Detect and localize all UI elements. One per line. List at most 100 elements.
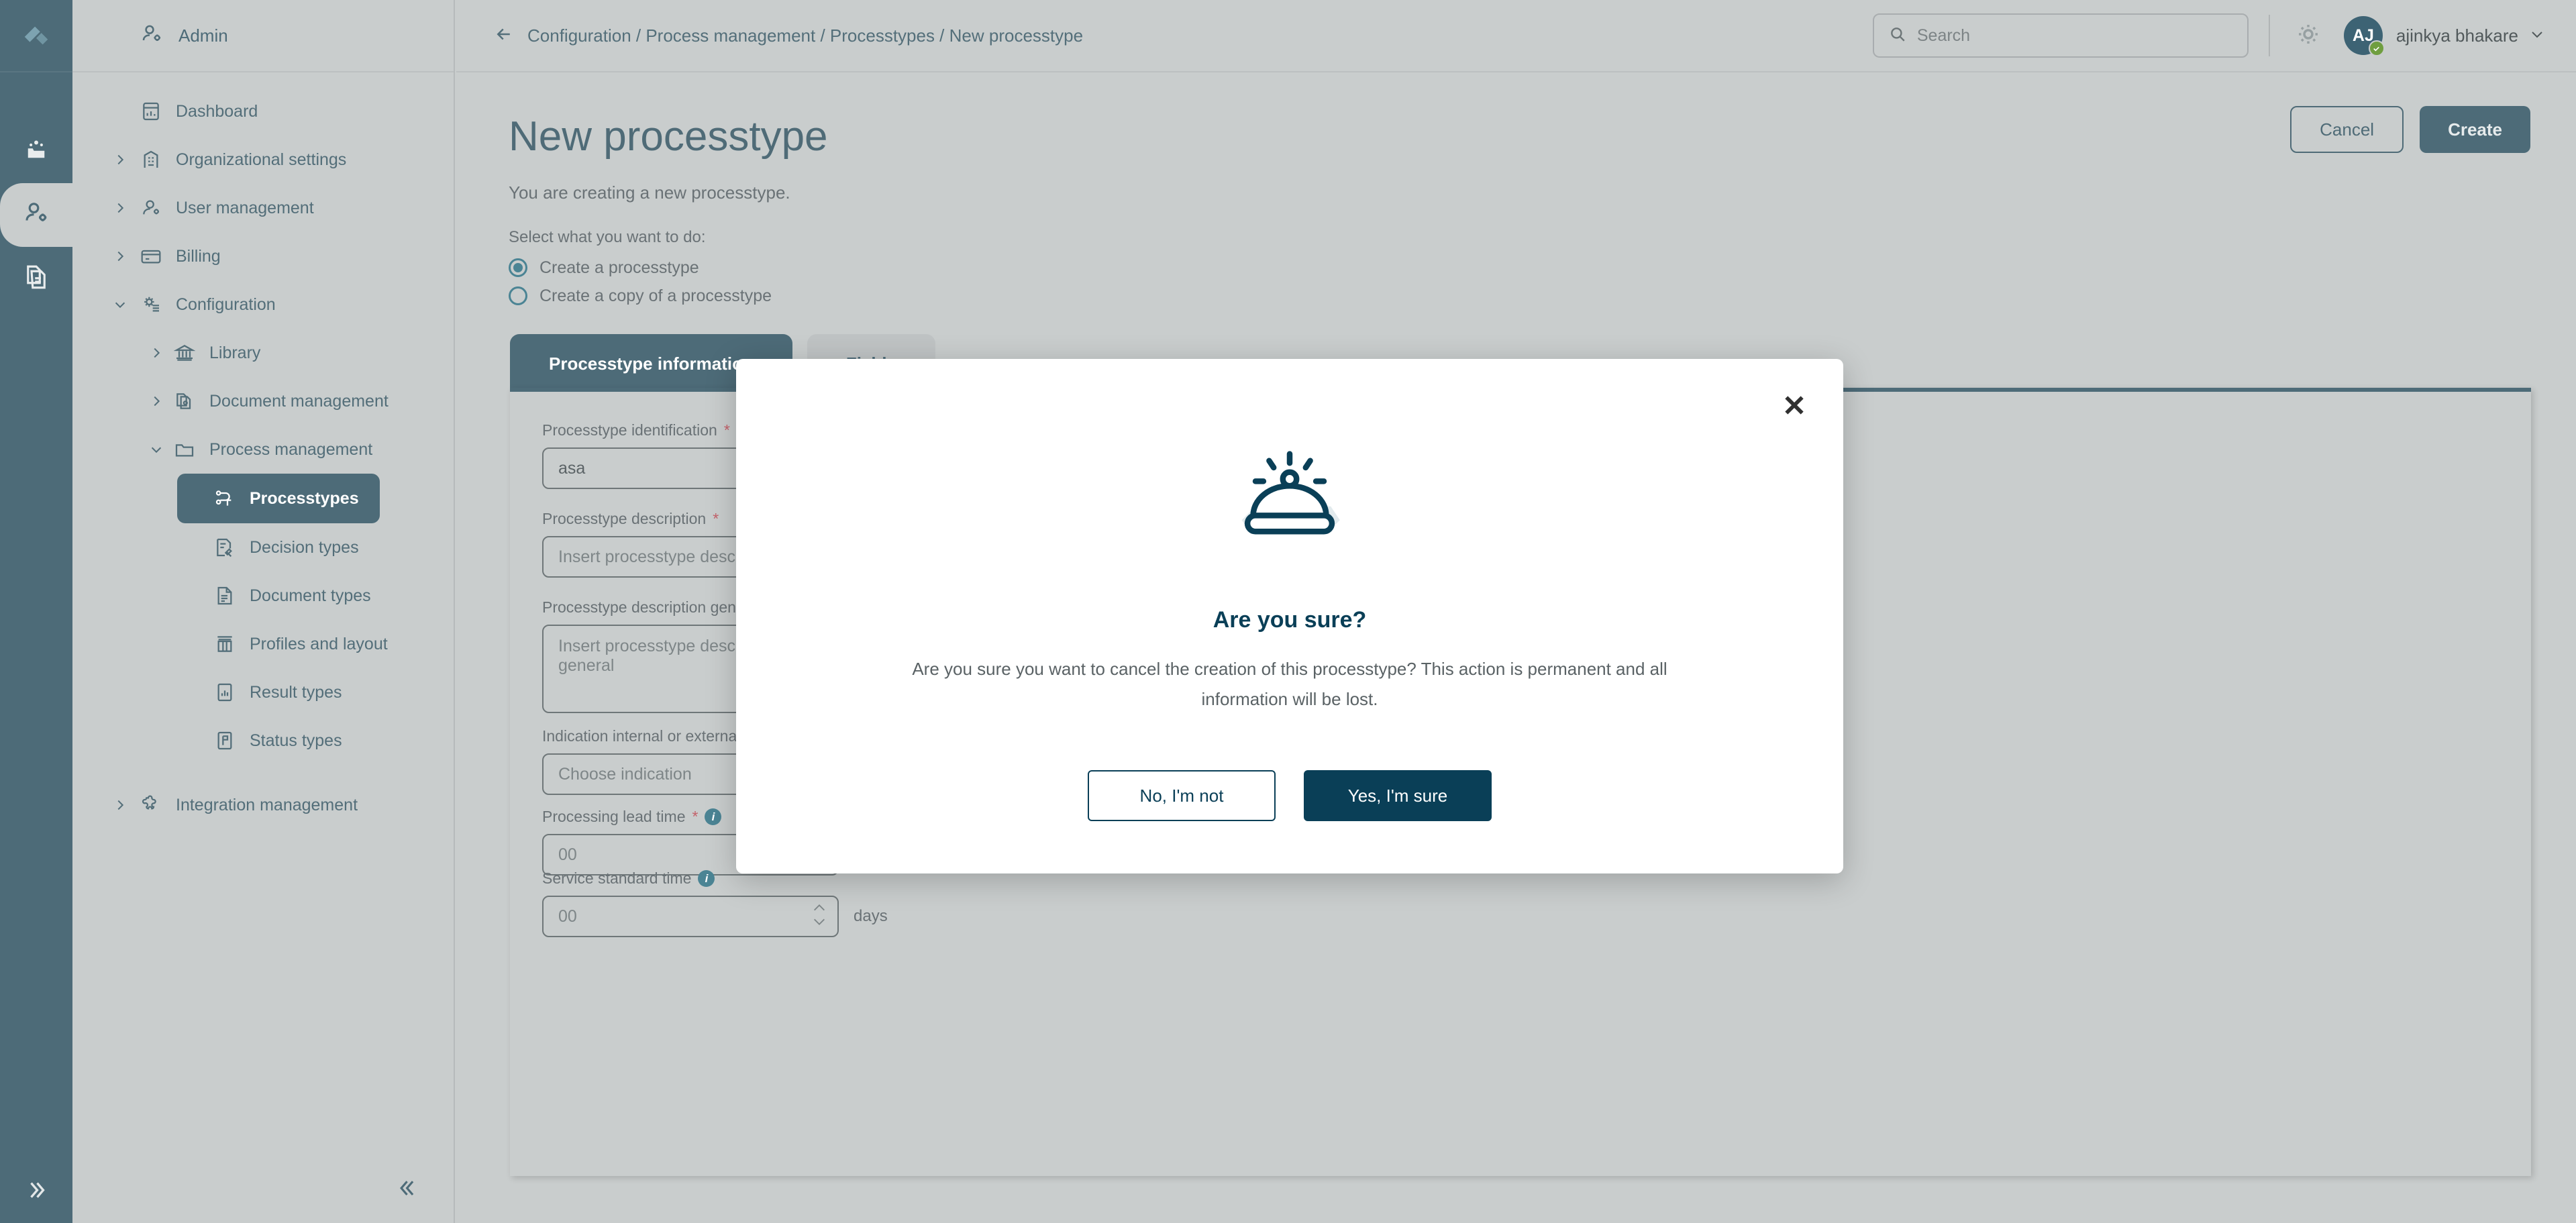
sidebar-item-processtypes[interactable]: Processtypes (177, 474, 380, 523)
close-icon (1781, 392, 1808, 422)
avatar[interactable]: AJ (2343, 16, 2385, 56)
columns-icon (213, 633, 236, 655)
sidebar-item-profiles-and-layout[interactable]: Profiles and layout (72, 620, 454, 668)
radio-option-create-processtype[interactable]: Create a processtype (509, 254, 772, 282)
modal-close-button[interactable] (1775, 387, 1814, 426)
gear-icon (2294, 20, 2322, 52)
create-mode-radio-group: Create a processtype Create a copy of a … (509, 254, 772, 310)
chevrons-left-icon (397, 1177, 419, 1203)
dashboard-icon (140, 100, 162, 123)
chevron-down-icon (814, 918, 825, 925)
chevron-right-icon[interactable] (111, 151, 129, 168)
confirm-cancel-modal: Are you sure? Are you sure you want to c… (736, 359, 1843, 873)
app-logo-icon[interactable] (0, 0, 72, 72)
sidebar-item-label: User management (176, 198, 314, 217)
chart-doc-icon (213, 681, 236, 704)
settings-button[interactable] (2290, 17, 2326, 54)
chevron-up-icon (814, 904, 825, 911)
rail-item-documents[interactable] (0, 247, 72, 311)
page-actions: Cancel Create (2290, 106, 2530, 153)
chevron-right-icon[interactable] (111, 248, 129, 265)
rail-expand-button[interactable] (0, 1161, 72, 1223)
unit-label: days (854, 907, 888, 925)
sidebar-item-label: Profiles and layout (250, 634, 388, 653)
radio-button-unselected[interactable] (509, 286, 527, 305)
sidebar-item-document-management[interactable]: Document management (72, 377, 454, 425)
breadcrumb[interactable]: Configuration / Process management / Pro… (527, 25, 1083, 46)
user-settings-icon (22, 199, 50, 231)
radio-label: Create a copy of a processtype (539, 286, 772, 305)
document-gear-icon (173, 390, 196, 413)
chevron-right-icon[interactable] (148, 344, 165, 362)
sidebar-item-label: Configuration (176, 295, 276, 314)
back-button[interactable] (493, 24, 515, 47)
service-standard-time-input[interactable] (542, 896, 839, 937)
folder-icon (173, 438, 196, 461)
stepper-arrows[interactable] (812, 903, 827, 926)
sidebar-item-decision-types[interactable]: Decision types (72, 523, 454, 572)
radio-button-selected[interactable] (509, 258, 527, 277)
documents-icon (22, 263, 50, 295)
sidebar-item-document-types[interactable]: Document types (72, 572, 454, 620)
sidebar-item-library[interactable]: Library (72, 329, 454, 377)
sidebar: Admin Dashboard Organizational settings (72, 0, 455, 1223)
info-icon[interactable]: i (705, 808, 722, 825)
required-asterisk: * (713, 510, 719, 527)
chevron-right-icon[interactable] (111, 199, 129, 217)
page-subtitle: You are creating a new processtype. (509, 182, 790, 203)
sidebar-item-billing[interactable]: Billing (72, 232, 454, 280)
radio-option-create-copy[interactable]: Create a copy of a processtype (509, 282, 772, 310)
info-icon[interactable]: i (698, 870, 715, 887)
chevron-down-icon[interactable] (111, 296, 129, 313)
create-button[interactable]: Create (2420, 106, 2530, 153)
sidebar-section-header: Admin (72, 0, 454, 72)
radio-group-label: Select what you want to do: (509, 228, 706, 246)
decision-icon (213, 536, 236, 559)
sidebar-item-label: Process management (209, 439, 373, 459)
modal-confirm-button[interactable]: Yes, I'm sure (1304, 770, 1492, 821)
chevron-right-icon[interactable] (148, 392, 165, 410)
sidebar-nav: Dashboard Organizational settings User m… (72, 72, 454, 829)
sidebar-item-integration-management[interactable]: Integration management (72, 781, 454, 829)
search-input[interactable] (1916, 25, 2232, 46)
sidebar-item-label: Dashboard (176, 101, 258, 121)
sidebar-item-label: Document types (250, 586, 371, 605)
icon-rail (0, 0, 72, 1223)
chevron-right-icon[interactable] (111, 796, 129, 814)
gear-list-icon (140, 293, 162, 316)
sidebar-collapse-button[interactable] (395, 1176, 421, 1203)
sidebar-item-user-management[interactable]: User management (72, 184, 454, 232)
modal-deny-button[interactable]: No, I'm not (1088, 770, 1276, 821)
rail-item-admin[interactable] (0, 183, 72, 247)
required-asterisk: * (723, 421, 730, 439)
sidebar-item-label: Document management (209, 391, 389, 411)
cancel-button[interactable]: Cancel (2290, 106, 2404, 153)
sidebar-item-label: Integration management (176, 795, 358, 814)
sidebar-item-process-management[interactable]: Process management (72, 425, 454, 474)
bank-icon (173, 341, 196, 364)
team-folder-icon (22, 136, 50, 167)
sidebar-item-status-types[interactable]: Status types (72, 716, 454, 765)
sidebar-item-configuration[interactable]: Configuration (72, 280, 454, 329)
sidebar-item-label: Status types (250, 731, 342, 750)
user-icon (140, 197, 162, 219)
sidebar-item-organizational-settings[interactable]: Organizational settings (72, 136, 454, 184)
document-icon (213, 584, 236, 607)
sidebar-item-result-types[interactable]: Result types (72, 668, 454, 716)
building-icon (140, 148, 162, 171)
search-box[interactable] (1872, 13, 2249, 58)
sidebar-section-title: Admin (178, 25, 228, 46)
field-service-standard-time: Service standard time i days (542, 869, 888, 937)
user-menu-button[interactable] (2529, 26, 2545, 46)
header-right-cluster: AJ ajinkya bhakare (1872, 13, 2576, 58)
sidebar-item-label: Decision types (250, 537, 359, 557)
radio-label: Create a processtype (539, 258, 699, 277)
required-asterisk: * (692, 808, 699, 825)
field-label-text: Processing lead time (542, 808, 686, 825)
rail-item-teams[interactable] (0, 119, 72, 183)
sidebar-item-label: Organizational settings (176, 150, 347, 169)
sidebar-item-label: Library (209, 343, 261, 362)
sidebar-item-dashboard[interactable]: Dashboard (72, 87, 454, 136)
user-name[interactable]: ajinkya bhakare (2396, 25, 2518, 46)
chevron-down-icon[interactable] (148, 441, 165, 458)
